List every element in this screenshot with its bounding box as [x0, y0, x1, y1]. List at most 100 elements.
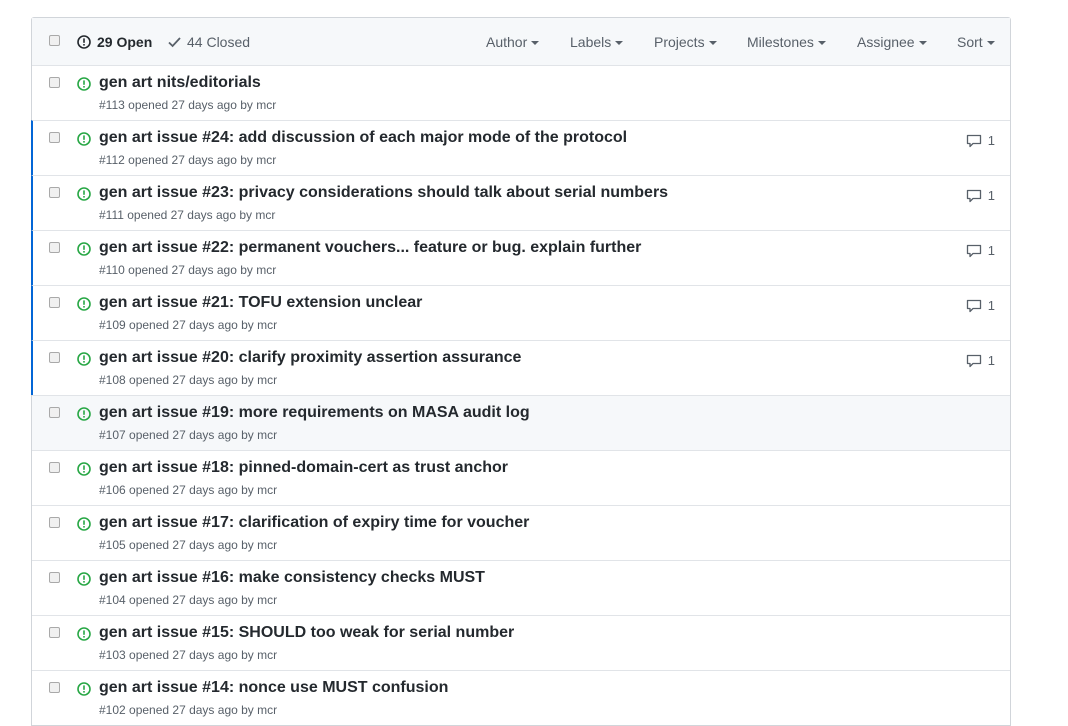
issue-meta: #109 opened 27 days ago by mcr	[99, 318, 278, 332]
issue-row: gen art issue #24: add discussion of eac…	[31, 120, 1010, 175]
issue-open-icon	[77, 682, 91, 696]
issue-row: gen art issue #18: pinned-domain-cert as…	[32, 450, 1010, 505]
issue-open-icon	[77, 572, 91, 586]
issue-title-link[interactable]: gen art issue #22: permanent vouchers...…	[99, 239, 641, 257]
issue-row: gen art issue #15: SHOULD too weak for s…	[32, 615, 1010, 670]
issue-checkbox[interactable]	[49, 517, 60, 528]
comment-count: 1	[987, 298, 995, 313]
issue-meta: #107 opened 27 days ago by mcr	[99, 428, 278, 442]
select-all-checkbox[interactable]	[49, 35, 60, 46]
issue-meta: #104 opened 27 days ago by mcr	[99, 593, 278, 607]
issue-row: gen art issue #19: more requirements on …	[32, 395, 1010, 450]
issue-row: gen art issue #21: TOFU extension unclea…	[31, 285, 1010, 340]
issue-open-icon	[77, 187, 91, 201]
caret-down-icon	[708, 41, 717, 46]
check-icon	[168, 37, 181, 48]
issue-title-link[interactable]: gen art issue #14: nonce use MUST confus…	[99, 679, 448, 697]
comment-icon	[966, 189, 981, 202]
comment-icon	[966, 299, 981, 312]
issue-rows: gen art nits/editorials #113 opened 27 da…	[31, 66, 1010, 725]
comment-icon	[966, 354, 981, 367]
issue-checkbox[interactable]	[49, 407, 60, 418]
issue-title-link[interactable]: gen art issue #18: pinned-domain-cert as…	[99, 459, 508, 477]
projects-filter[interactable]: Projects	[654, 34, 717, 50]
labels-filter[interactable]: Labels	[570, 34, 624, 50]
comment-count-link[interactable]: 1	[966, 353, 995, 368]
sort-filter-label: Sort	[957, 34, 983, 50]
issue-title-link[interactable]: gen art issue #24: add discussion of eac…	[99, 129, 627, 147]
comment-count: 1	[987, 133, 995, 148]
issues-list: 29 Open 44 Closed Author Labels Projects…	[31, 17, 1011, 726]
issue-checkbox[interactable]	[49, 132, 60, 143]
issue-meta: #102 opened 27 days ago by mcr	[99, 703, 278, 717]
sort-filter[interactable]: Sort	[957, 34, 995, 50]
comment-count-link[interactable]: 1	[966, 188, 995, 203]
comment-icon	[966, 134, 981, 147]
open-count: 29 Open	[97, 34, 153, 50]
issue-checkbox[interactable]	[49, 352, 60, 363]
issue-meta: #110 opened 27 days ago by mcr	[99, 263, 277, 277]
assignee-filter-label: Assignee	[857, 34, 915, 50]
issue-meta: #112 opened 27 days ago by mcr	[99, 153, 277, 167]
issue-title-link[interactable]: gen art nits/editorials	[99, 74, 261, 92]
comment-count: 1	[987, 243, 995, 258]
issue-open-icon	[77, 242, 91, 256]
issue-open-icon	[77, 77, 91, 91]
milestones-filter-label: Milestones	[747, 34, 814, 50]
issue-row: gen art nits/editorials #113 opened 27 da…	[32, 66, 1010, 120]
issue-row: gen art issue #17: clarification of expi…	[32, 505, 1010, 560]
comment-count-link[interactable]: 1	[966, 133, 995, 148]
issue-title-link[interactable]: gen art issue #20: clarify proximity ass…	[99, 349, 521, 367]
issue-checkbox[interactable]	[49, 297, 60, 308]
issue-open-icon	[77, 352, 91, 366]
closed-count: 44 Closed	[187, 34, 251, 50]
comment-count-link[interactable]: 1	[966, 298, 995, 313]
issue-title-link[interactable]: gen art issue #23: privacy consideration…	[99, 184, 668, 202]
caret-down-icon	[986, 41, 995, 46]
caret-down-icon	[531, 41, 540, 46]
issue-meta: #108 opened 27 days ago by mcr	[99, 373, 278, 387]
issue-row: gen art issue #22: permanent vouchers...…	[31, 230, 1010, 285]
issue-title-link[interactable]: gen art issue #21: TOFU extension unclea…	[99, 294, 422, 312]
labels-filter-label: Labels	[570, 34, 612, 50]
assignee-filter[interactable]: Assignee	[857, 34, 927, 50]
issue-checkbox[interactable]	[49, 572, 60, 583]
issues-list-header: 29 Open 44 Closed Author Labels Projects…	[32, 18, 1010, 66]
comment-count-link[interactable]: 1	[966, 243, 995, 258]
issue-open-icon	[77, 132, 91, 146]
open-issues-tab[interactable]: 29 Open	[77, 34, 152, 50]
milestones-filter[interactable]: Milestones	[747, 34, 826, 50]
issue-open-icon	[77, 462, 91, 476]
comment-count: 1	[987, 353, 995, 368]
issue-checkbox[interactable]	[49, 187, 60, 198]
caret-down-icon	[615, 41, 624, 46]
issue-title-link[interactable]: gen art issue #17: clarification of expi…	[99, 514, 529, 532]
issue-checkbox[interactable]	[49, 242, 60, 253]
caret-down-icon	[817, 41, 826, 46]
issue-open-icon	[77, 297, 91, 311]
caret-down-icon	[918, 41, 927, 46]
issue-row: gen art issue #16: make consistency chec…	[32, 560, 1010, 615]
issue-row: gen art issue #14: nonce use MUST confus…	[32, 670, 1010, 725]
author-filter[interactable]: Author	[486, 34, 540, 50]
issue-meta: #103 opened 27 days ago by mcr	[99, 648, 278, 662]
issue-meta: #111 opened 27 days ago by mcr	[99, 208, 276, 222]
issue-title-link[interactable]: gen art issue #19: more requirements on …	[99, 404, 530, 422]
author-filter-label: Author	[486, 34, 528, 50]
issue-opened-icon	[77, 35, 91, 49]
issue-checkbox[interactable]	[49, 627, 60, 638]
issue-meta: #113 opened 27 days ago by mcr	[99, 98, 277, 112]
comment-count: 1	[987, 188, 995, 203]
issue-meta: #106 opened 27 days ago by mcr	[99, 483, 278, 497]
closed-issues-tab[interactable]: 44 Closed	[168, 34, 250, 50]
issue-checkbox[interactable]	[49, 462, 60, 473]
issue-checkbox[interactable]	[49, 77, 60, 88]
issue-row: gen art issue #20: clarify proximity ass…	[31, 340, 1010, 395]
issue-open-icon	[77, 627, 91, 641]
issue-open-icon	[77, 407, 91, 421]
issue-checkbox[interactable]	[49, 682, 60, 693]
issue-row: gen art issue #23: privacy consideration…	[31, 175, 1010, 230]
issue-title-link[interactable]: gen art issue #16: make consistency chec…	[99, 569, 485, 587]
projects-filter-label: Projects	[654, 34, 705, 50]
issue-title-link[interactable]: gen art issue #15: SHOULD too weak for s…	[99, 624, 514, 642]
